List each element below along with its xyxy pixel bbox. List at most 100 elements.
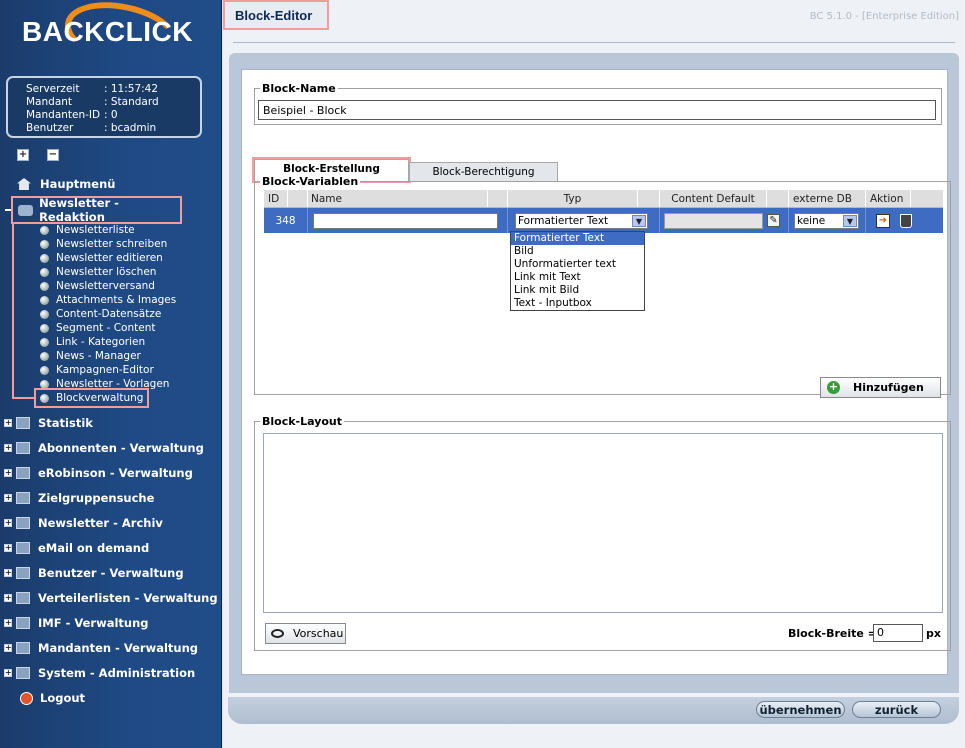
block-layout-legend: Block-Layout [260, 415, 345, 428]
nav-logout[interactable]: Logout [20, 691, 85, 705]
nav-group-item[interactable]: + IMF - Verwaltung [4, 616, 149, 630]
info-label: Benutzer [26, 122, 74, 134]
block-name-legend: Block-Name [260, 82, 338, 95]
nav-sub-item[interactable]: Kampagnen-Editor [40, 364, 154, 376]
plus-circle-icon: + [827, 380, 840, 394]
nav-group-label: eMail on demand [38, 541, 150, 555]
nav-sub-item[interactable]: Link - Kategorien [40, 336, 145, 348]
nav-sub-label: Newsletter schreiben [56, 238, 168, 250]
nav-sub-item[interactable]: News - Manager [40, 350, 141, 362]
block-width-input[interactable]: 0 [873, 624, 923, 642]
folder-icon [16, 592, 30, 604]
expand-node-icon: + [4, 493, 12, 502]
collapse-node-icon[interactable] [5, 209, 11, 211]
bullet-icon [40, 379, 49, 389]
nav-sub-item[interactable]: Newsletter - Vorlagen [40, 378, 169, 390]
edit-pencil-icon[interactable]: ✎ [767, 214, 780, 227]
nav-group-item[interactable]: + Zielgruppensuche [4, 491, 154, 505]
nav-group-label: System - Administration [38, 666, 196, 680]
main-area: Block-Editor BC 5.1.0 - [Enterprise Edit… [223, 0, 965, 748]
insert-variable-icon[interactable]: ➜ [876, 213, 890, 228]
nav-group-item[interactable]: + Verteilerlisten - Verwaltung [4, 591, 218, 605]
type-option[interactable]: Unformatierter text [511, 258, 644, 271]
type-option[interactable]: Text - Inputbox [511, 297, 644, 310]
nav-sub-label: Newsletterliste [56, 224, 135, 236]
folder-icon [16, 417, 30, 429]
back-button[interactable]: zurück [852, 701, 941, 718]
nav-sub-item[interactable]: Newsletterliste [40, 224, 135, 236]
editor-content: Block-Name Beispiel - Block Block-Erstel… [241, 69, 951, 675]
nav-sub-item[interactable]: Attachments & Images [40, 294, 176, 306]
type-option[interactable]: Formatierter Text [511, 232, 644, 245]
expand-node-icon: + [4, 418, 12, 427]
nav-group-label: Benutzer - Verwaltung [38, 566, 184, 580]
content-default-input[interactable] [664, 212, 763, 229]
info-label: Mandanten-ID [26, 109, 101, 121]
block-name-fieldset: Block-Name Beispiel - Block [254, 82, 942, 125]
nav-group-item[interactable]: + Mandanten - Verwaltung [4, 641, 198, 655]
nav-sub-label: Link - Kategorien [56, 336, 146, 348]
chevron-down-icon: ▼ [843, 214, 857, 227]
nav-group-item[interactable]: + Statistik [4, 416, 93, 430]
info-value: : Standard [104, 96, 159, 108]
row-content-cell: ✎ [660, 208, 789, 233]
session-info-box: Serverzeit: 11:57:42 Mandant: Standard M… [6, 76, 202, 138]
col-header-external: externe DB [789, 190, 866, 207]
version-label: BC 5.1.0 - [Enterprise Edition] [809, 11, 959, 22]
nav-sub-item[interactable]: Newsletterversand [40, 280, 155, 292]
expand-node-icon: + [4, 593, 12, 602]
trash-icon[interactable] [900, 213, 912, 228]
nav-sub-item[interactable]: Content-Datensätze [40, 308, 161, 320]
bullet-icon [40, 295, 49, 305]
info-label: Serverzeit [26, 83, 80, 95]
nav-group-label: Verteilerlisten - Verwaltung [38, 591, 218, 605]
variable-type-value: Formatierter Text [518, 214, 609, 227]
apply-button[interactable]: übernehmen [756, 701, 845, 718]
bullet-icon [40, 365, 49, 375]
type-option[interactable]: Link mit Text [511, 271, 644, 284]
nav-group-item[interactable]: + Newsletter - Archiv [4, 516, 163, 530]
nav-sub-item[interactable]: Newsletter schreiben [40, 238, 167, 250]
nav-group-item[interactable]: + Abonnenten - Verwaltung [4, 441, 204, 455]
bullet-icon [40, 239, 49, 249]
block-layout-textarea[interactable] [263, 433, 943, 613]
nav-group-item[interactable]: + eRobinson - Verwaltung [4, 466, 193, 480]
nav-group-item[interactable]: + Benutzer - Verwaltung [4, 566, 184, 580]
block-name-input[interactable]: Beispiel - Block [258, 100, 936, 120]
nav-sub-item[interactable]: Newsletter editieren [40, 252, 163, 264]
external-db-select[interactable]: keine ▼ [794, 212, 859, 229]
row-name-cell [308, 208, 508, 233]
add-variable-button[interactable]: + Hinzufügen [820, 377, 941, 398]
nav-sub-item-blockverwaltung[interactable]: Blockverwaltung [33, 388, 150, 408]
nav-home[interactable]: Hauptmenü [17, 177, 115, 191]
variable-name-input[interactable] [313, 212, 498, 229]
type-option[interactable]: Bild [511, 245, 644, 258]
collapse-all-button[interactable]: − [47, 149, 59, 161]
preview-button[interactable]: Vorschau [265, 623, 346, 644]
row-id: 348 [264, 208, 308, 233]
col-header-id: ID [264, 190, 288, 207]
block-width-label: Block-Breite = [788, 627, 877, 640]
col-header-type: Typ [508, 190, 638, 207]
nav-newsletter-redaktion[interactable]: Newsletter - Redaktion [11, 196, 182, 224]
nav-home-label: Hauptmenü [40, 177, 116, 191]
nav-logout-label: Logout [40, 691, 86, 705]
nav-sub-label: Newsletter - Vorlagen [56, 378, 170, 390]
nav-sub-label: Content-Datensätze [56, 308, 162, 320]
nav-sub-label: Newsletterversand [56, 280, 155, 292]
nav-group-item[interactable]: + System - Administration [4, 666, 195, 680]
highlight-connector [12, 397, 34, 399]
bullet-icon [40, 351, 49, 361]
expand-node-icon: + [4, 668, 12, 677]
variable-type-select[interactable]: Formatierter Text ▼ [515, 212, 648, 229]
nav-group-label: Zielgruppensuche [38, 491, 155, 505]
nav-sub-label: Blockverwaltung [56, 392, 144, 404]
folder-icon [16, 642, 30, 654]
tab-block-berechtigung[interactable]: Block-Berechtigung [409, 162, 558, 182]
nav-sub-item[interactable]: Newsletter löschen [40, 266, 156, 278]
bullet-icon [40, 337, 49, 347]
nav-sub-item[interactable]: Segment - Content [40, 322, 155, 334]
expand-all-button[interactable]: + [17, 149, 29, 161]
nav-group-item[interactable]: + eMail on demand [4, 541, 149, 555]
type-option[interactable]: Link mit Bild [511, 284, 644, 297]
